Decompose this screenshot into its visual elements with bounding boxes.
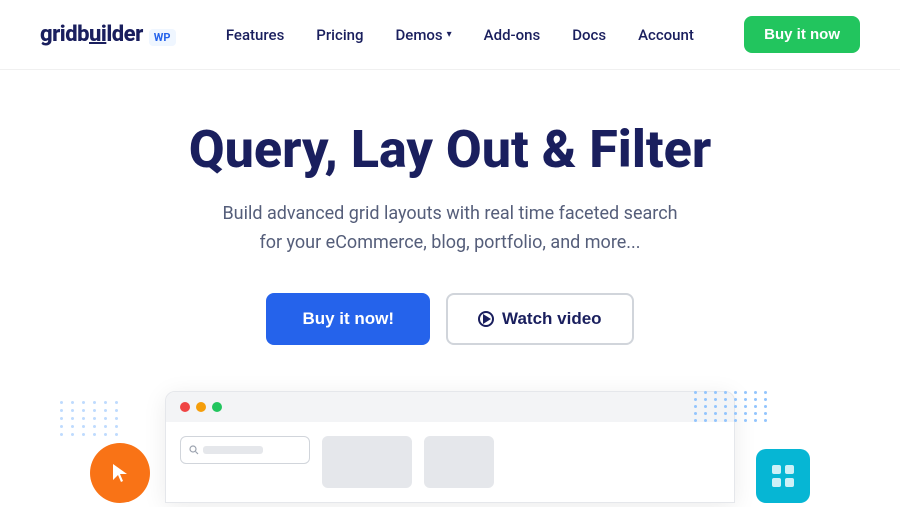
cursor-icon xyxy=(105,458,135,488)
chevron-down-icon: ▾ xyxy=(447,29,452,40)
card-placeholder-1 xyxy=(322,436,412,488)
dots-pattern-right: document.currentScript.insertAdjacentHTM… xyxy=(694,391,770,422)
hero-title: Query, Lay Out & Filter xyxy=(189,120,711,180)
hero-section: Query, Lay Out & Filter Build advanced g… xyxy=(0,70,900,375)
nav-addons[interactable]: Add-ons xyxy=(484,26,541,44)
right-side-icon xyxy=(756,449,810,503)
browser-titlebar xyxy=(166,392,734,422)
hero-buttons: Buy it now! Watch video xyxy=(266,293,633,345)
nav-demos[interactable]: Demos ▾ xyxy=(396,26,452,44)
watch-video-button[interactable]: Watch video xyxy=(446,293,634,345)
browser-window xyxy=(165,391,735,503)
nav-features[interactable]: Features xyxy=(226,26,284,44)
dots-pattern-left: // inject 30 dots inline via JS document… xyxy=(60,401,121,436)
window-maximize-dot xyxy=(212,402,222,412)
grid-icon xyxy=(769,462,797,490)
nav-docs[interactable]: Docs xyxy=(572,26,606,44)
nav-pricing[interactable]: Pricing xyxy=(316,26,363,44)
window-minimize-dot xyxy=(196,402,206,412)
hero-subtitle: Build advanced grid layouts with real ti… xyxy=(222,200,677,258)
search-icon xyxy=(189,445,199,455)
nav-buy-button[interactable]: Buy it now xyxy=(744,16,860,53)
nav-links: Features Pricing Demos ▾ Add-ons Docs Ac… xyxy=(226,25,694,44)
logo-wp-badge: WP xyxy=(149,29,176,46)
logo[interactable]: gridbuilder WP xyxy=(40,22,176,47)
logo-text: gridbuilder xyxy=(40,22,143,47)
play-triangle-icon xyxy=(483,314,491,324)
window-close-dot xyxy=(180,402,190,412)
buy-now-button[interactable]: Buy it now! xyxy=(266,293,430,345)
navbar: gridbuilder WP Features Pricing Demos ▾ … xyxy=(0,0,900,70)
left-side-icon xyxy=(90,443,150,503)
preview-area: // inject 30 dots inline via JS document… xyxy=(0,391,900,503)
search-placeholder-bar xyxy=(203,446,263,454)
browser-content xyxy=(166,422,734,502)
play-icon xyxy=(478,311,494,327)
search-bar-preview xyxy=(180,436,310,464)
nav-account[interactable]: Account xyxy=(638,26,694,44)
card-placeholder-2 xyxy=(424,436,494,488)
